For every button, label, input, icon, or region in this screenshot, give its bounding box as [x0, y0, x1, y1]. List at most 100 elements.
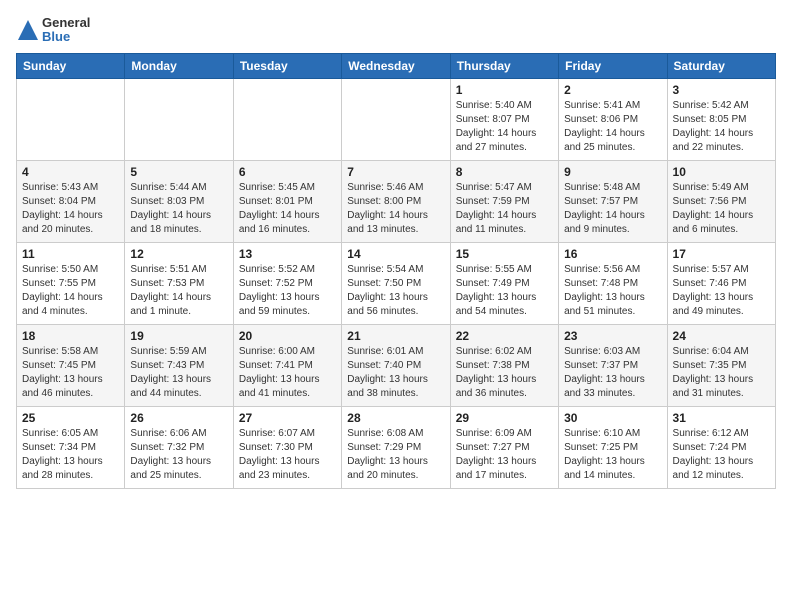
day-cell: 18 Sunrise: 5:58 AM Sunset: 7:45 PM Dayli…: [17, 324, 125, 406]
day-number: 11: [22, 247, 119, 261]
day-cell: 12 Sunrise: 5:51 AM Sunset: 7:53 PM Dayli…: [125, 242, 233, 324]
day-info: Sunrise: 5:43 AM Sunset: 8:04 PM Dayligh…: [22, 181, 119, 237]
day-cell: 28 Sunrise: 6:08 AM Sunset: 7:29 PM Dayli…: [342, 406, 450, 488]
day-cell: 26 Sunrise: 6:06 AM Sunset: 7:32 PM Dayli…: [125, 406, 233, 488]
day-number: 23: [564, 329, 661, 343]
day-number: 30: [564, 411, 661, 425]
calendar-header: SundayMondayTuesdayWednesdayThursdayFrid…: [17, 53, 776, 78]
day-info: Sunrise: 5:40 AM Sunset: 8:07 PM Dayligh…: [456, 99, 553, 155]
day-number: 13: [239, 247, 336, 261]
day-cell: 1 Sunrise: 5:40 AM Sunset: 8:07 PM Daylig…: [450, 78, 558, 160]
day-info: Sunrise: 5:46 AM Sunset: 8:00 PM Dayligh…: [347, 181, 444, 237]
day-info: Sunrise: 5:48 AM Sunset: 7:57 PM Dayligh…: [564, 181, 661, 237]
day-number: 29: [456, 411, 553, 425]
day-number: 20: [239, 329, 336, 343]
day-info: Sunrise: 6:12 AM Sunset: 7:24 PM Dayligh…: [673, 427, 770, 483]
day-number: 27: [239, 411, 336, 425]
day-cell: 7 Sunrise: 5:46 AM Sunset: 8:00 PM Daylig…: [342, 160, 450, 242]
day-info: Sunrise: 6:05 AM Sunset: 7:34 PM Dayligh…: [22, 427, 119, 483]
week-row-3: 11 Sunrise: 5:50 AM Sunset: 7:55 PM Dayli…: [17, 242, 776, 324]
day-number: 12: [130, 247, 227, 261]
day-cell: 19Sunrise: 5:59 AM Sunset: 7:43 PM Dayli…: [125, 324, 233, 406]
week-row-1: 1 Sunrise: 5:40 AM Sunset: 8:07 PM Daylig…: [17, 78, 776, 160]
day-cell: 22 Sunrise: 6:02 AM Sunset: 7:38 PM Dayli…: [450, 324, 558, 406]
logo-general: General: [42, 16, 90, 30]
week-row-4: 18 Sunrise: 5:58 AM Sunset: 7:45 PM Dayli…: [17, 324, 776, 406]
day-cell: 3 Sunrise: 5:42 AM Sunset: 8:05 PM Daylig…: [667, 78, 775, 160]
day-info: Sunrise: 5:59 AM Sunset: 7:43 PM Dayligh…: [130, 345, 227, 401]
day-number: 10: [673, 165, 770, 179]
calendar-table: SundayMondayTuesdayWednesdayThursdayFrid…: [16, 53, 776, 489]
day-number: 18: [22, 329, 119, 343]
logo-blue: Blue: [42, 30, 90, 44]
day-info: Sunrise: 5:55 AM Sunset: 7:49 PM Dayligh…: [456, 263, 553, 319]
day-info: Sunrise: 5:47 AM Sunset: 7:59 PM Dayligh…: [456, 181, 553, 237]
day-number: 2: [564, 83, 661, 97]
day-number: 8: [456, 165, 553, 179]
day-number: 17: [673, 247, 770, 261]
day-info: Sunrise: 5:54 AM Sunset: 7:50 PM Dayligh…: [347, 263, 444, 319]
day-cell: 29 Sunrise: 6:09 AM Sunset: 7:27 PM Dayli…: [450, 406, 558, 488]
day-cell: 16Sunrise: 5:56 AM Sunset: 7:48 PM Dayli…: [559, 242, 667, 324]
day-info: Sunrise: 6:00 AM Sunset: 7:41 PM Dayligh…: [239, 345, 336, 401]
header-day-thursday: Thursday: [450, 53, 558, 78]
day-cell: 10 Sunrise: 5:49 AM Sunset: 7:56 PM Dayli…: [667, 160, 775, 242]
header-day-saturday: Saturday: [667, 53, 775, 78]
day-info: Sunrise: 6:07 AM Sunset: 7:30 PM Dayligh…: [239, 427, 336, 483]
week-row-5: 25 Sunrise: 6:05 AM Sunset: 7:34 PM Dayli…: [17, 406, 776, 488]
day-info: Sunrise: 5:51 AM Sunset: 7:53 PM Dayligh…: [130, 263, 227, 319]
day-number: 21: [347, 329, 444, 343]
header-day-tuesday: Tuesday: [233, 53, 341, 78]
day-number: 14: [347, 247, 444, 261]
logo: General Blue: [16, 16, 90, 45]
day-info: Sunrise: 6:06 AM Sunset: 7:32 PM Dayligh…: [130, 427, 227, 483]
header-day-friday: Friday: [559, 53, 667, 78]
day-number: 5: [130, 165, 227, 179]
day-number: 22: [456, 329, 553, 343]
day-info: Sunrise: 6:01 AM Sunset: 7:40 PM Dayligh…: [347, 345, 444, 401]
day-number: 3: [673, 83, 770, 97]
day-number: 7: [347, 165, 444, 179]
day-info: Sunrise: 5:49 AM Sunset: 7:56 PM Dayligh…: [673, 181, 770, 237]
day-cell: 21 Sunrise: 6:01 AM Sunset: 7:40 PM Dayli…: [342, 324, 450, 406]
day-info: Sunrise: 6:04 AM Sunset: 7:35 PM Dayligh…: [673, 345, 770, 401]
day-number: 16: [564, 247, 661, 261]
day-number: 1: [456, 83, 553, 97]
day-cell: [125, 78, 233, 160]
day-cell: 13Sunrise: 5:52 AM Sunset: 7:52 PM Dayli…: [233, 242, 341, 324]
day-number: 4: [22, 165, 119, 179]
day-cell: 25 Sunrise: 6:05 AM Sunset: 7:34 PM Dayli…: [17, 406, 125, 488]
day-cell: 20 Sunrise: 6:00 AM Sunset: 7:41 PM Dayli…: [233, 324, 341, 406]
day-cell: 23Sunrise: 6:03 AM Sunset: 7:37 PM Dayli…: [559, 324, 667, 406]
day-cell: 6 Sunrise: 5:45 AM Sunset: 8:01 PM Daylig…: [233, 160, 341, 242]
day-info: Sunrise: 5:41 AM Sunset: 8:06 PM Dayligh…: [564, 99, 661, 155]
day-number: 26: [130, 411, 227, 425]
day-cell: 9 Sunrise: 5:48 AM Sunset: 7:57 PM Daylig…: [559, 160, 667, 242]
day-info: Sunrise: 5:58 AM Sunset: 7:45 PM Dayligh…: [22, 345, 119, 401]
day-cell: 11 Sunrise: 5:50 AM Sunset: 7:55 PM Dayli…: [17, 242, 125, 324]
header-day-wednesday: Wednesday: [342, 53, 450, 78]
day-cell: 31Sunrise: 6:12 AM Sunset: 7:24 PM Dayli…: [667, 406, 775, 488]
day-number: 6: [239, 165, 336, 179]
day-info: Sunrise: 6:02 AM Sunset: 7:38 PM Dayligh…: [456, 345, 553, 401]
day-cell: 30 Sunrise: 6:10 AM Sunset: 7:25 PM Dayli…: [559, 406, 667, 488]
day-info: Sunrise: 5:42 AM Sunset: 8:05 PM Dayligh…: [673, 99, 770, 155]
day-cell: 14 Sunrise: 5:54 AM Sunset: 7:50 PM Dayli…: [342, 242, 450, 324]
day-info: Sunrise: 5:50 AM Sunset: 7:55 PM Dayligh…: [22, 263, 119, 319]
header-row: SundayMondayTuesdayWednesdayThursdayFrid…: [17, 53, 776, 78]
day-cell: 4 Sunrise: 5:43 AM Sunset: 8:04 PM Daylig…: [17, 160, 125, 242]
day-info: Sunrise: 6:08 AM Sunset: 7:29 PM Dayligh…: [347, 427, 444, 483]
day-info: Sunrise: 6:09 AM Sunset: 7:27 PM Dayligh…: [456, 427, 553, 483]
day-number: 15: [456, 247, 553, 261]
day-info: Sunrise: 5:44 AM Sunset: 8:03 PM Dayligh…: [130, 181, 227, 237]
calendar-body: 1 Sunrise: 5:40 AM Sunset: 8:07 PM Daylig…: [17, 78, 776, 488]
day-cell: [17, 78, 125, 160]
day-cell: 15 Sunrise: 5:55 AM Sunset: 7:49 PM Dayli…: [450, 242, 558, 324]
day-number: 9: [564, 165, 661, 179]
day-info: Sunrise: 5:45 AM Sunset: 8:01 PM Dayligh…: [239, 181, 336, 237]
day-number: 28: [347, 411, 444, 425]
day-number: 25: [22, 411, 119, 425]
day-info: Sunrise: 6:10 AM Sunset: 7:25 PM Dayligh…: [564, 427, 661, 483]
day-cell: 8 Sunrise: 5:47 AM Sunset: 7:59 PM Daylig…: [450, 160, 558, 242]
day-cell: [233, 78, 341, 160]
